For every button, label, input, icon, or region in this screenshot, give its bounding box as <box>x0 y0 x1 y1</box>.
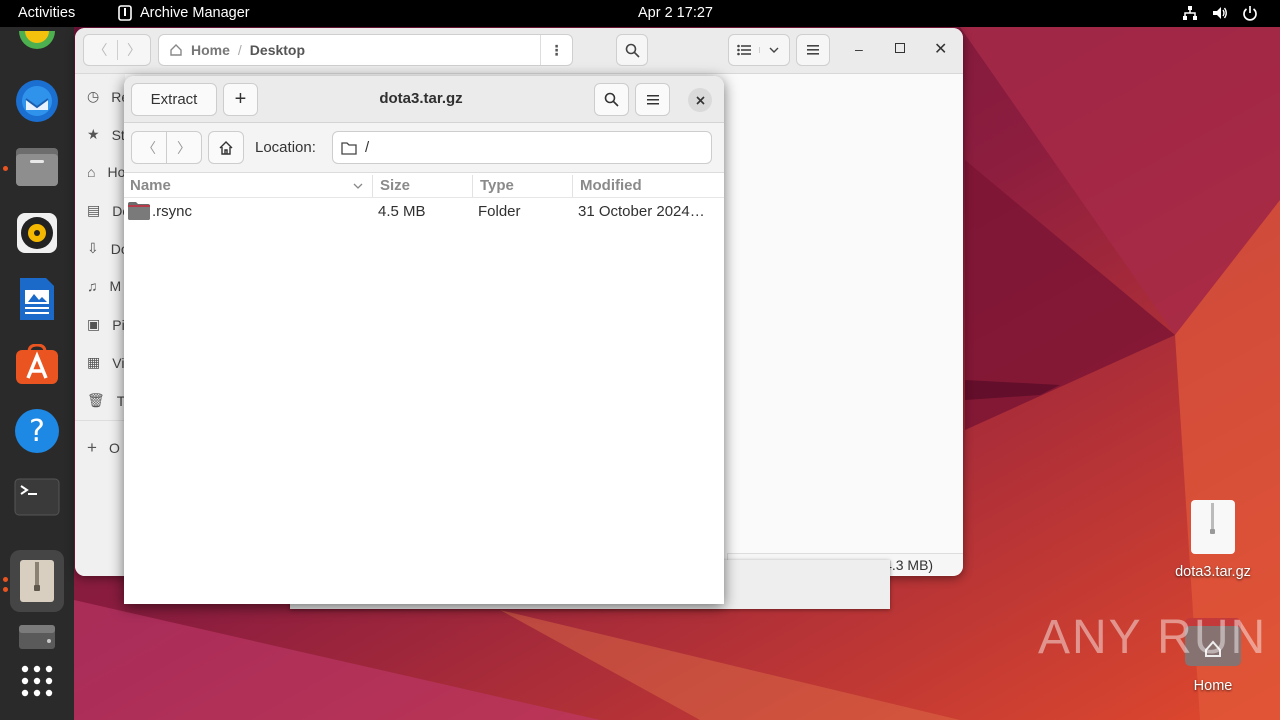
column-name[interactable]: Name <box>130 177 171 194</box>
thunderbird-icon[interactable] <box>10 74 64 128</box>
browser-icon[interactable] <box>10 19 64 73</box>
star-icon: ★ <box>87 126 100 142</box>
terminal-icon[interactable] <box>10 470 64 524</box>
row-type: Folder <box>478 203 521 220</box>
archive-file-icon <box>1191 500 1235 554</box>
folder-icon <box>341 141 357 155</box>
running-indicator <box>3 587 8 592</box>
location-field[interactable]: / <box>332 131 712 164</box>
forward-button[interactable]: 〉 <box>166 131 202 164</box>
breadcrumb-home[interactable]: Home <box>191 42 230 58</box>
list-view-icon[interactable] <box>729 44 759 56</box>
power-icon <box>1243 6 1257 21</box>
forward-icon[interactable]: 〉 <box>116 40 150 60</box>
clock-icon: ◷ <box>87 88 100 104</box>
show-apps-icon[interactable] <box>10 654 64 708</box>
search-button[interactable] <box>616 34 648 66</box>
system-tray[interactable] <box>1182 5 1258 21</box>
sidebar-item-home[interactable]: ⌂ Ho <box>87 164 125 180</box>
close-icon[interactable]: ✕ <box>934 39 947 59</box>
path-menu-icon[interactable]: ⋮ <box>540 35 572 65</box>
home-button[interactable] <box>208 131 244 164</box>
sidebar-item-downloads[interactable]: ⇩ Do <box>87 240 129 257</box>
menu-button[interactable] <box>635 83 670 116</box>
sidebar-divider <box>75 420 125 421</box>
location-bar: 〈 〉 Location: / <box>124 123 724 173</box>
home-icon <box>170 44 182 56</box>
picture-icon: ▣ <box>87 316 101 332</box>
app-center-icon[interactable] <box>10 338 64 392</box>
archive-headerbar: Extract + dota3.tar.gz <box>124 76 724 123</box>
row-modified: 31 October 2024… <box>578 203 705 220</box>
watermark: ANY RUN <box>1038 611 1268 664</box>
files-headerbar: 〈 〉 Home / Desktop ⋮ – ✕ <box>75 28 963 74</box>
nav-buttons: 〈 〉 <box>83 34 151 66</box>
forward-icon: 〉 <box>177 139 191 156</box>
dock: ? <box>0 27 74 720</box>
column-type[interactable]: Type <box>480 177 514 194</box>
files-icon[interactable] <box>10 140 64 194</box>
back-button[interactable]: 〈 <box>131 131 167 164</box>
help-icon[interactable]: ? <box>10 404 64 458</box>
archive-manager-icon[interactable] <box>10 550 64 612</box>
volume-icon <box>1213 7 1227 19</box>
document-icon: ▤ <box>87 202 101 218</box>
sidebar-item-other-locations[interactable]: + O <box>87 438 120 458</box>
network-icon <box>1183 6 1197 20</box>
archive-manager-window[interactable]: Extract + dota3.tar.gz 〈 〉 Location: / N… <box>124 76 724 604</box>
maximize-icon[interactable] <box>895 43 905 53</box>
sort-chevron-icon <box>353 183 363 189</box>
back-icon[interactable]: 〈 <box>84 40 117 60</box>
home-icon <box>219 140 233 155</box>
sidebar-item-recent[interactable]: ◷ Re <box>87 88 129 105</box>
desktop-archive-label: dota3.tar.gz <box>1175 564 1251 580</box>
folder-icon <box>128 202 150 220</box>
desktop-home-label: Home <box>1193 678 1233 694</box>
app-menu-label: Archive Manager <box>140 5 250 21</box>
path-bar[interactable]: Home / Desktop ⋮ <box>158 34 573 66</box>
close-icon <box>695 95 705 105</box>
main-menu-button[interactable] <box>796 34 830 66</box>
running-indicator <box>3 166 8 171</box>
files-sidebar: ◷Re ★St ⌂Ho ▤Do ⇩Do ♫M ▣Pi ▦Vi 🗑︎Tr +O <box>75 74 130 576</box>
sidebar-item-music[interactable]: ♫ M <box>87 278 121 294</box>
hamburger-icon <box>646 94 659 104</box>
table-header: Name Size Type Modified <box>124 173 724 198</box>
rhythmbox-icon[interactable] <box>10 206 64 260</box>
table-row[interactable]: .rsync 4.5 MB Folder 31 October 2024… <box>124 198 724 224</box>
hamburger-icon <box>807 45 819 55</box>
view-toggle[interactable] <box>728 34 790 66</box>
clock[interactable]: Apr 2 17:27 <box>638 5 713 21</box>
home-icon: ⌂ <box>87 164 96 180</box>
music-icon: ♫ <box>87 278 98 294</box>
writer-icon[interactable] <box>10 272 64 326</box>
close-button[interactable] <box>688 88 712 112</box>
archive-app-icon <box>118 5 132 21</box>
download-icon: ⇩ <box>87 240 99 256</box>
desktop-archive-file[interactable]: dota3.tar.gz <box>1168 499 1258 580</box>
column-modified[interactable]: Modified <box>580 177 642 194</box>
column-size[interactable]: Size <box>380 177 410 194</box>
row-name: .rsync <box>152 203 193 220</box>
chevron-down-icon[interactable] <box>758 47 789 53</box>
sidebar-item-pictures[interactable]: ▣ Pi <box>87 316 125 333</box>
row-size: 4.5 MB <box>378 203 426 220</box>
search-icon <box>625 43 640 58</box>
search-button[interactable] <box>594 83 629 116</box>
location-label: Location: <box>255 139 316 156</box>
top-bar: Activities Archive Manager Apr 2 17:27 <box>0 0 1280 27</box>
minimize-icon[interactable]: – <box>855 41 863 57</box>
back-icon: 〈 <box>142 139 156 156</box>
location-value: / <box>365 139 370 156</box>
trash-icon: 🗑︎ <box>87 392 105 408</box>
breadcrumb-desktop[interactable]: Desktop <box>250 42 305 58</box>
app-menu[interactable]: Archive Manager <box>118 5 250 21</box>
sidebar-item-videos[interactable]: ▦ Vi <box>87 354 124 371</box>
sidebar-item-starred[interactable]: ★ St <box>87 126 125 143</box>
running-indicator <box>3 577 8 582</box>
svg-text:?: ? <box>29 414 45 449</box>
video-icon: ▦ <box>87 354 101 370</box>
plus-icon: + <box>87 438 97 457</box>
search-icon <box>604 92 619 107</box>
